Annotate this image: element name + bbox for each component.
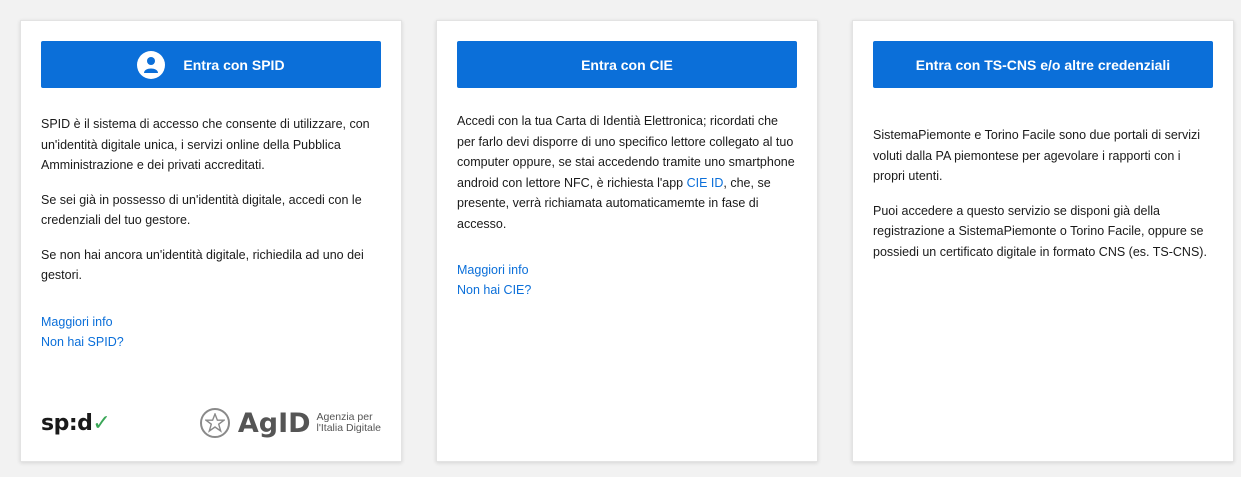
cie-card: Entra con CIE Accedi con la tua Carta di… xyxy=(436,20,818,462)
ts-cns-paragraph: SistemaPiemonte e Torino Facile sono due… xyxy=(873,128,1201,183)
italian-emblem-icon xyxy=(199,408,230,438)
ts-cns-card: Entra con TS-CNS e/o altre credenziali S… xyxy=(852,20,1234,462)
spid-more-info-link[interactable]: Maggiori info xyxy=(41,312,381,332)
agid-subtitle: Agenzia per l'Italia Digitale xyxy=(316,411,381,434)
cie-more-info-link[interactable]: Maggiori info xyxy=(457,260,797,280)
cie-paragraph: Accedi con la tua Carta di Identià Elett… xyxy=(457,114,795,231)
spid-card: Entra con SPID SPID è il sistema di acce… xyxy=(20,20,402,462)
user-icon xyxy=(137,50,166,79)
spid-button-label: Entra con SPID xyxy=(183,56,285,73)
cie-login-button[interactable]: Entra con CIE xyxy=(457,41,797,88)
spid-login-button[interactable]: Entra con SPID xyxy=(41,41,381,88)
spid-paragraph: SPID è il sistema di accesso che consent… xyxy=(41,117,370,172)
check-icon: ✓ xyxy=(92,410,111,436)
spid-logo: sp:d✓ xyxy=(41,410,111,436)
spid-description: SPID è il sistema di accesso che consent… xyxy=(41,114,381,286)
ts-cns-login-button[interactable]: Entra con TS-CNS e/o altre credenziali xyxy=(873,41,1213,88)
ts-cns-button-label: Entra con TS-CNS e/o altre credenziali xyxy=(915,56,1171,73)
no-cie-link[interactable]: Non hai CIE? xyxy=(457,280,797,300)
logos: sp:d✓ AgID Agenzia per l'Italia Digitale xyxy=(41,403,381,443)
agid-logo: AgID Agenzia per l'Italia Digitale xyxy=(199,407,381,439)
spid-paragraph: Se sei già in possesso di un'identità di… xyxy=(41,192,362,228)
cie-button-label: Entra con CIE xyxy=(581,56,673,73)
ts-cns-paragraph: Puoi accedere a questo servizio se dispo… xyxy=(873,203,1207,259)
no-spid-link[interactable]: Non hai SPID? xyxy=(41,332,381,352)
ts-cns-description: SistemaPiemonte e Torino Facile sono due… xyxy=(873,125,1215,262)
cie-id-app-link[interactable]: CIE ID xyxy=(687,176,724,190)
spid-paragraph: Se non hai ancora un'identità digitale, … xyxy=(41,247,364,283)
agid-name: AgID xyxy=(237,407,311,439)
cie-description: Accedi con la tua Carta di Identià Elett… xyxy=(457,111,799,234)
